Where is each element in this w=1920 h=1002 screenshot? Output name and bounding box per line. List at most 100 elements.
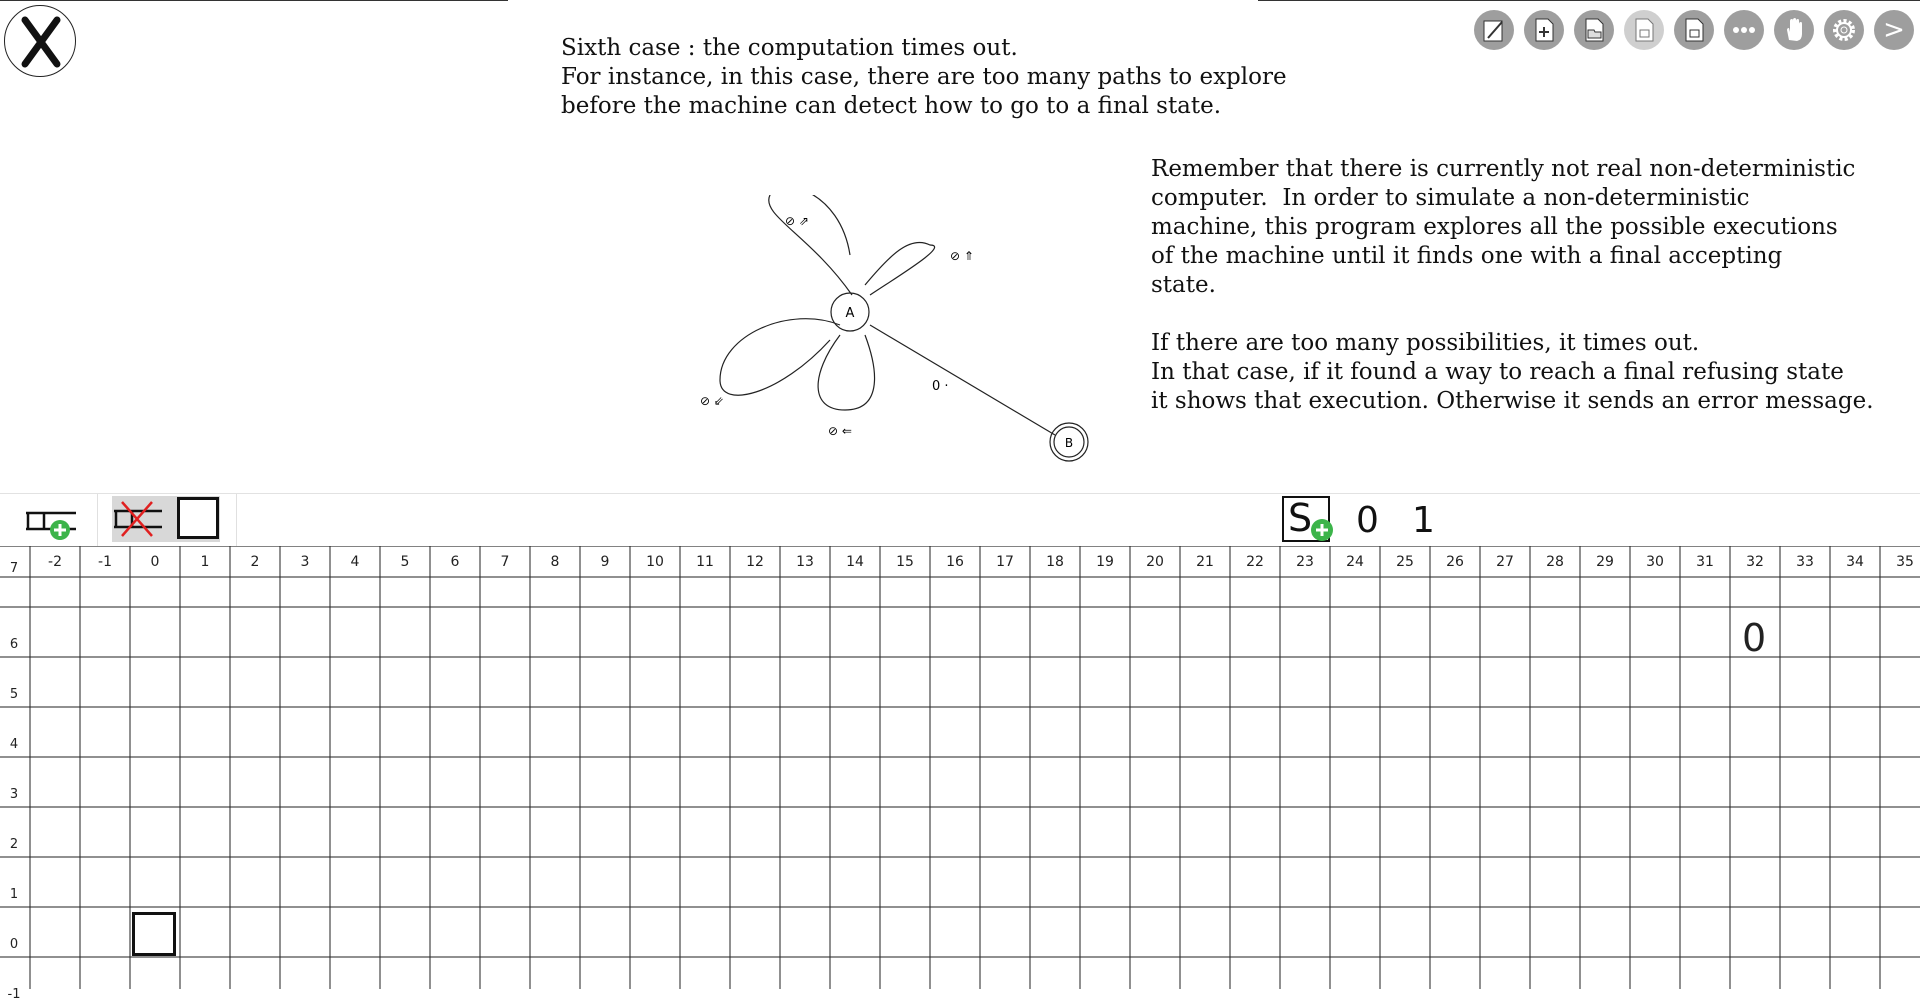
edge-label: 0 · xyxy=(932,379,949,394)
row-label: 7 xyxy=(9,561,19,576)
start-symbol-button[interactable]: S xyxy=(1282,496,1333,542)
column-label: 18 xyxy=(1046,554,1064,570)
column-label: 10 xyxy=(646,554,664,570)
settings-button[interactable] xyxy=(1824,10,1864,50)
explanation-paragraph-2: If there are too many possibilities, it … xyxy=(1151,330,1874,414)
column-label: 14 xyxy=(846,554,864,570)
column-label: 4 xyxy=(350,554,360,570)
row-label: 0 xyxy=(9,937,19,952)
row-label: 1 xyxy=(9,887,19,902)
strip-divider xyxy=(236,494,237,546)
new-file-button[interactable] xyxy=(1524,10,1564,50)
column-label: 6 xyxy=(450,554,460,570)
column-label: 8 xyxy=(550,554,560,570)
alphabet-symbol-1[interactable]: 1 xyxy=(1412,500,1435,541)
save-button[interactable] xyxy=(1624,10,1664,50)
column-label: 29 xyxy=(1596,554,1614,570)
tape-grid[interactable] xyxy=(0,546,1920,989)
column-label: 22 xyxy=(1246,554,1264,570)
loop-label-4: ⊘ ⇐ xyxy=(828,424,852,438)
column-label: 35 xyxy=(1896,554,1914,570)
add-tape-button[interactable] xyxy=(20,505,80,541)
alphabet-symbol-0[interactable]: 0 xyxy=(1356,500,1379,541)
automaton-diagram: A B ⊘ ⇗ ⊘ ⇑ ⊘ ⇙ ⊘ ⇐ 0 · xyxy=(700,195,1089,462)
column-label: 7 xyxy=(500,554,510,570)
start-symbol-label: S xyxy=(1288,496,1313,540)
save-as-icon xyxy=(1685,18,1704,42)
loop-label-3: ⊘ ⇙ xyxy=(700,394,724,408)
loop-label-1: ⊘ ⇗ xyxy=(785,214,809,228)
edit-icon xyxy=(1483,20,1503,42)
column-label: 9 xyxy=(600,554,610,570)
new-file-icon xyxy=(1535,18,1554,42)
strip-divider xyxy=(97,494,98,546)
column-label: 13 xyxy=(796,554,814,570)
column-label: 0 xyxy=(150,554,160,570)
column-label: 21 xyxy=(1196,554,1214,570)
row-label: 5 xyxy=(9,687,19,702)
add-tape-icon xyxy=(26,511,76,540)
delete-tape-icon xyxy=(114,501,162,537)
more-button[interactable] xyxy=(1724,10,1764,50)
row-label: 2 xyxy=(9,837,19,852)
column-label: 12 xyxy=(746,554,764,570)
edge-a-b xyxy=(869,324,1056,436)
intro-text: Sixth case : the computation times out. … xyxy=(561,34,1287,121)
column-label: -2 xyxy=(48,554,62,570)
column-label: 30 xyxy=(1646,554,1664,570)
next-icon: > xyxy=(1883,15,1905,45)
hand-button[interactable] xyxy=(1774,10,1814,50)
column-label: 28 xyxy=(1546,554,1564,570)
state-a-label: A xyxy=(846,306,855,321)
column-label: 1 xyxy=(200,554,210,570)
explanation-text: Remember that there is currently not rea… xyxy=(1151,155,1874,416)
column-label: 27 xyxy=(1496,554,1514,570)
column-label: 34 xyxy=(1846,554,1864,570)
row-label: 6 xyxy=(9,637,19,652)
column-label: 33 xyxy=(1796,554,1814,570)
column-label: 15 xyxy=(896,554,914,570)
column-label: -1 xyxy=(98,554,112,570)
row-label: 4 xyxy=(9,737,19,752)
loop-label-2: ⊘ ⇑ xyxy=(950,249,974,263)
explanation-paragraph-1: Remember that there is currently not rea… xyxy=(1151,156,1856,298)
column-label: 2 xyxy=(250,554,260,570)
more-icon xyxy=(1733,27,1755,33)
tape-toolbar xyxy=(0,493,1920,547)
open-button[interactable] xyxy=(1574,10,1614,50)
column-label: 3 xyxy=(300,554,310,570)
hand-icon xyxy=(1787,18,1802,41)
settings-icon xyxy=(1833,19,1855,41)
tape-cell-value[interactable]: 0 xyxy=(1742,616,1766,660)
save-as-button[interactable] xyxy=(1674,10,1714,50)
tape-head[interactable] xyxy=(132,912,176,956)
column-label: 20 xyxy=(1146,554,1164,570)
loop-top-left xyxy=(768,195,853,296)
column-label: 17 xyxy=(996,554,1014,570)
next-button[interactable]: > xyxy=(1874,10,1914,50)
save-disabled-icon xyxy=(1635,18,1654,42)
loop-top-right xyxy=(864,241,936,296)
column-label: 11 xyxy=(696,554,714,570)
column-label: 31 xyxy=(1696,554,1714,570)
close-icon xyxy=(21,16,61,68)
column-label: 16 xyxy=(946,554,964,570)
state-b-label: B xyxy=(1065,436,1073,450)
column-label: 25 xyxy=(1396,554,1414,570)
column-label: 23 xyxy=(1296,554,1314,570)
blank-symbol-button[interactable] xyxy=(177,497,219,539)
intro-line-2: For instance, in this case, there are to… xyxy=(561,64,1287,90)
edit-button[interactable] xyxy=(1474,10,1514,50)
top-divider-right xyxy=(1258,0,1920,1)
intro-line-1: Sixth case : the computation times out. xyxy=(561,35,1018,61)
column-label: 24 xyxy=(1346,554,1364,570)
add-icon xyxy=(1311,519,1333,541)
loop-bottom xyxy=(817,334,876,411)
close-button[interactable] xyxy=(4,5,76,77)
top-divider-left xyxy=(0,0,508,1)
column-label: 32 xyxy=(1746,554,1764,570)
open-folder-icon xyxy=(1585,18,1604,42)
row-label: -1 xyxy=(7,987,21,1002)
delete-tape-button[interactable] xyxy=(112,500,164,538)
column-label: 26 xyxy=(1446,554,1464,570)
